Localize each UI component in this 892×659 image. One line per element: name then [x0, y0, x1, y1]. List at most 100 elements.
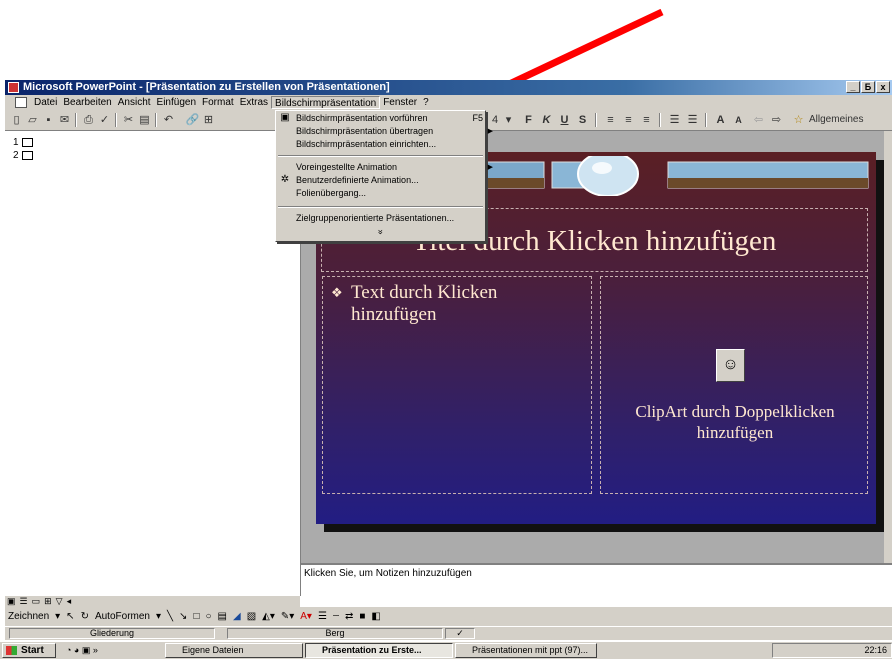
select-objects-icon[interactable]: ↖ [63, 611, 77, 622]
slideshow-menu-dropdown: ▣ Bildschirmpräsentation vorführen F5 Bi… [275, 110, 493, 242]
menu-item-benutzerdefinierte-animation[interactable]: Benutzerdefinierte Animation... [296, 174, 419, 187]
menu-item-uebertragen[interactable]: Bildschirmpräsentation übertragen ▶ [296, 125, 493, 138]
bold-button[interactable]: F [521, 113, 536, 127]
menu-help[interactable]: ? [420, 96, 432, 109]
menu-item-folienuebergang[interactable]: Folienübergang... [296, 187, 366, 200]
outline-slide-row[interactable]: 2 [13, 150, 33, 161]
close-button[interactable]: x [876, 81, 890, 93]
decrease-font-icon[interactable]: A [731, 113, 746, 127]
vertical-scrollbar[interactable] [884, 131, 892, 563]
spellcheck-icon[interactable]: ✓ [97, 113, 112, 127]
demote-icon[interactable]: ⇨ [769, 113, 784, 127]
new-icon[interactable]: ▯ [9, 113, 24, 127]
menu-bar: Datei Bearbeiten Ansicht Einfügen Format… [5, 95, 892, 110]
arrow-style-icon[interactable]: ⇄ [342, 611, 356, 622]
slide-icon [21, 151, 33, 160]
expand-menu-icon[interactable]: » [376, 227, 386, 237]
powerpoint-app-icon[interactable] [8, 82, 19, 93]
print-icon[interactable]: ⎙ [81, 113, 96, 127]
spelling-status-icon: ✓ [445, 628, 475, 639]
menu-item-einrichten[interactable]: Bildschirmpräsentation einrichten... [296, 138, 436, 151]
outline-slide-row[interactable]: 1 [13, 137, 33, 148]
menu-format[interactable]: Format [199, 96, 237, 109]
align-left-icon[interactable]: ≡ [603, 113, 618, 127]
window-title: Microsoft PowerPoint - [Präsentation zu … [23, 81, 390, 93]
shortcut-label: F5 [472, 113, 483, 123]
line-color-icon[interactable]: ✎▾ [278, 611, 297, 622]
start-label: Start [21, 645, 44, 656]
document-icon[interactable] [15, 97, 27, 108]
shadow-button[interactable]: S [575, 113, 590, 127]
font-size-dropdown-icon[interactable]: ▾ [501, 113, 516, 127]
menu-item-zielgruppen[interactable]: Zielgruppenorientierte Präsentationen... [296, 212, 454, 225]
clipart-placeholder-label: ClipArt durch Doppelklicken hinzufügen [635, 402, 835, 442]
slideshow-view-icon[interactable]: ▽ [54, 596, 65, 606]
text-placeholder[interactable]: ❖ Text durch Klicken hinzufügen [322, 276, 592, 494]
quicklaunch-icons[interactable]: ◔ ◕ ▣ » [66, 645, 98, 656]
slide-icon [21, 138, 33, 147]
autoshapes-dropdown-icon[interactable]: ▾ [153, 611, 164, 622]
outline-view-icon[interactable]: ☰ [18, 596, 30, 606]
slide-sorter-icon[interactable]: ⊞ [42, 596, 54, 606]
insert-clipart-icon[interactable]: ▧ [244, 611, 259, 622]
cut-icon[interactable]: ✂ [121, 113, 136, 127]
clipart-placeholder[interactable]: ☺ ClipArt durch Doppelklicken hinzufügen [600, 276, 868, 494]
menu-extras[interactable]: Extras [237, 96, 271, 109]
clipart-icon[interactable]: ☺ [716, 349, 745, 382]
task-praesentationen-ppt[interactable]: Präsentationen mit ppt (97)... [455, 643, 597, 658]
promote-icon[interactable]: ⇦ [751, 113, 766, 127]
menu-bearbeiten[interactable]: Bearbeiten [60, 96, 114, 109]
minimize-button[interactable]: _ [846, 81, 860, 93]
save-icon[interactable]: ▪ [41, 113, 56, 127]
task-praesentation-erstellen[interactable]: Präsentation zu Erste... [305, 643, 453, 658]
submenu-arrow-icon: ▶ [487, 128, 493, 135]
align-right-icon[interactable]: ≡ [639, 113, 654, 127]
autoshapes-button[interactable]: AutoFormen [92, 611, 153, 622]
insert-hyperlink-icon[interactable]: 🔗 [185, 113, 200, 127]
numbering-icon[interactable]: ☰ [667, 113, 682, 127]
fill-color-icon[interactable]: ◭▾ [259, 611, 278, 622]
undo-icon[interactable]: ↶ [161, 113, 176, 127]
menu-item-voreingestellte-animation[interactable]: Voreingestellte Animation ▶ [296, 161, 493, 174]
line-icon[interactable]: ╲ [164, 611, 176, 622]
start-button[interactable]: Start [2, 643, 56, 658]
animation-effects-icon[interactable]: ☆ [791, 113, 806, 127]
task-eigene-dateien[interactable]: Eigene Dateien [165, 643, 303, 658]
oval-icon[interactable]: ○ [202, 611, 214, 622]
bullets-icon[interactable]: ☰ [685, 113, 700, 127]
align-center-icon[interactable]: ≡ [621, 113, 636, 127]
menu-item-vorfuehren[interactable]: Bildschirmpräsentation vorführen F5 [296, 112, 483, 125]
free-rotate-icon[interactable]: ↻ [78, 611, 92, 622]
draw-menu-button[interactable]: Zeichnen [5, 611, 52, 622]
menu-bildschirmpraesentation[interactable]: Bildschirmpräsentation [271, 96, 381, 109]
rectangle-icon[interactable]: □ [190, 611, 202, 622]
open-icon[interactable]: ▱ [25, 113, 40, 127]
wordart-icon[interactable]: ◢ [230, 611, 244, 622]
line-style-icon[interactable]: ☰ [315, 611, 330, 622]
textbox-icon[interactable]: ▤ [215, 611, 230, 622]
font-color-icon[interactable]: A▾ [297, 611, 315, 622]
design-label[interactable]: Allgemeines [809, 113, 889, 127]
menu-einfuegen[interactable]: Einfügen [154, 96, 199, 109]
increase-font-icon[interactable]: A [713, 113, 728, 127]
outline-pane[interactable]: 1 2 [5, 131, 301, 596]
menu-datei[interactable]: Datei [31, 96, 60, 109]
3d-icon[interactable]: ◧ [368, 611, 383, 622]
underline-button[interactable]: U [557, 113, 572, 127]
animation-icon: ✲ [280, 174, 290, 185]
notes-pane[interactable]: Klicken Sie, um Notizen hinzuzufügen [301, 563, 892, 606]
draw-menu-dropdown-icon[interactable]: ▾ [52, 611, 63, 622]
paste-icon[interactable]: ▤ [137, 113, 152, 127]
email-icon[interactable]: ✉ [57, 113, 72, 127]
arrow-icon[interactable]: ↘ [176, 611, 190, 622]
insert-table-icon[interactable]: ⊞ [201, 113, 216, 127]
maximize-button[interactable]: Б [861, 81, 875, 93]
italic-button[interactable]: K [539, 113, 554, 127]
menu-fenster[interactable]: Fenster [380, 96, 420, 109]
scroll-left-icon[interactable]: ◂ [65, 596, 74, 606]
slide-view-icon[interactable]: ▭ [30, 596, 43, 606]
dash-style-icon[interactable]: ┄ [330, 611, 342, 622]
menu-ansicht[interactable]: Ansicht [115, 96, 154, 109]
shadow-icon[interactable]: ■ [356, 611, 368, 622]
normal-view-icon[interactable]: ▣ [5, 596, 18, 606]
